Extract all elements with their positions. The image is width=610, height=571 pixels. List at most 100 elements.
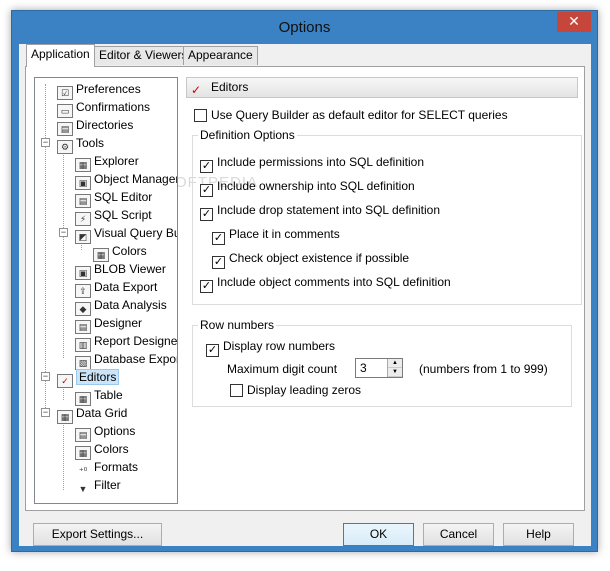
tree-item-directories[interactable]: ▤ Directories [57, 116, 134, 136]
tools-expander[interactable]: − [41, 138, 50, 147]
place-in-comments-checkbox[interactable]: ✓ Place it in comments [212, 226, 340, 245]
checkbox-box[interactable]: ✓ [200, 208, 213, 221]
tree-item-vqb-colors[interactable]: ▦ Colors [93, 242, 147, 262]
checkbox-label: Include object comments into SQL definit… [217, 275, 451, 289]
editors-icon: ✓ [57, 374, 73, 388]
tree-item-grid-colors[interactable]: ▦ Colors [75, 440, 129, 460]
tree-item-editors[interactable]: ✓ Editors [57, 368, 120, 388]
tab-editor-viewers[interactable]: Editor & Viewers [94, 46, 193, 65]
checkbox-box[interactable]: ✓ [212, 256, 225, 269]
tree-label: Preferences [76, 82, 141, 96]
tree-label: Options [94, 424, 136, 438]
tree-item-sql-editor[interactable]: ▤ SQL Editor [75, 188, 153, 208]
ok-button[interactable]: OK [343, 523, 414, 546]
editors-icon: ✓ [191, 83, 202, 97]
tree-item-preferences[interactable]: ☑ Preferences [57, 80, 141, 100]
tree-label: Editors [76, 369, 120, 385]
tree-label: Designer [94, 316, 143, 330]
tree-label: Colors [94, 442, 129, 456]
tree-item-designer[interactable]: ▤ Designer [75, 314, 143, 334]
tree-label: SQL Script [94, 208, 152, 222]
tree-item-sql-script[interactable]: ⚡ SQL Script [75, 206, 152, 226]
close-button[interactable]: ✕ [557, 12, 591, 32]
tree-item-confirmations[interactable]: ▭ Confirmations [57, 98, 151, 118]
options-tree[interactable]: ☑ Preferences ▭ Confirmations ▤ Directories… [34, 77, 178, 504]
tree-label: Data Analysis [94, 298, 167, 312]
tree-item-blob-viewer[interactable]: ▣ BLOB Viewer [75, 260, 166, 280]
tree-label: Tools [76, 136, 105, 150]
tree-item-explorer[interactable]: ▦ Explorer [75, 152, 139, 172]
tree-item-table[interactable]: ▦ Table [75, 386, 123, 406]
tree-label: SQL Editor [94, 190, 153, 204]
tab-application[interactable]: Application [26, 44, 95, 67]
include-comments-checkbox[interactable]: ✓ Include object comments into SQL defini… [200, 274, 451, 293]
cancel-button[interactable]: Cancel [423, 523, 494, 546]
filter-icon: ▼ [78, 484, 88, 494]
tab-application-label: Application [31, 47, 90, 61]
tree-label: Formats [94, 460, 139, 474]
tree-item-visual-query-builder[interactable]: ◩Visual Query Builder [75, 224, 177, 244]
editors-section-header: ✓ Editors [186, 77, 578, 98]
tree-item-filter[interactable]: ▼ Filter [75, 476, 121, 494]
use-query-builder-checkbox[interactable]: Use Query Builder as default editor for … [194, 107, 508, 123]
checkbox-label: Include ownership into SQL definition [217, 179, 415, 193]
tree-item-report-designer[interactable]: ▥ Report Designer [75, 332, 177, 352]
tree-label: Confirmations [76, 100, 151, 114]
checkbox-box[interactable]: ✓ [200, 280, 213, 293]
tree-item-formats[interactable]: ⁺⁰ Formats [75, 458, 138, 476]
check-existence-checkbox[interactable]: ✓ Check object existence if possible [212, 250, 410, 269]
tree-label: Data Grid [76, 406, 128, 420]
include-ownership-checkbox[interactable]: ✓ Include ownership into SQL definition [200, 178, 415, 197]
tree-label: Explorer [94, 154, 139, 168]
max-digit-count-spinner[interactable]: 3 ▲ ▼ [355, 358, 403, 378]
checkbox-box[interactable]: ✓ [206, 344, 219, 357]
checkbox-box[interactable] [230, 384, 243, 397]
tab-appearance[interactable]: Appearance [183, 46, 258, 65]
vqb-expander[interactable]: − [59, 228, 68, 237]
spin-down-icon[interactable]: ▼ [388, 368, 402, 377]
tree-item-tools[interactable]: ⚙ Tools [57, 134, 105, 154]
tree-item-database-export[interactable]: ▧ Database Export [75, 350, 178, 370]
data-grid-expander[interactable]: − [41, 408, 50, 417]
display-row-numbers-checkbox[interactable]: ✓ Display row numbers [206, 338, 335, 357]
tab-editor-viewers-label: Editor & Viewers [99, 48, 188, 62]
title-bar[interactable]: Options ✕ [12, 11, 597, 44]
data-grid-icon: ▦ [57, 410, 73, 424]
tree-label: BLOB Viewer [94, 262, 166, 276]
tree-item-object-manager[interactable]: ▣ Object Manager [75, 170, 177, 190]
checkbox-box[interactable]: ✓ [200, 160, 213, 173]
tree-label: Directories [76, 118, 134, 132]
checkbox-box[interactable]: ✓ [212, 232, 225, 245]
display-leading-zeros-checkbox[interactable]: Display leading zeros [230, 382, 361, 398]
options-window: Options ✕ Application Editor & Viewers A… [11, 10, 598, 552]
row-numbers-label: Row numbers [198, 318, 277, 332]
spin-up-icon[interactable]: ▲ [388, 359, 402, 368]
include-drop-checkbox[interactable]: ✓ Include drop statement into SQL definit… [200, 202, 441, 221]
export-settings-button[interactable]: Export Settings... [33, 523, 162, 546]
tree-item-data-export[interactable]: ⇪ Data Export [75, 278, 158, 298]
window-title: Options [278, 19, 331, 36]
tree-label: Filter [94, 478, 121, 492]
tree-item-grid-options[interactable]: ▤ Options [75, 422, 136, 442]
checkbox-label: Check object existence if possible [229, 251, 410, 265]
checkbox-label: Include permissions into SQL definition [217, 155, 424, 169]
checkbox-label: Include drop statement into SQL definiti… [217, 203, 441, 217]
range-hint: (numbers from 1 to 999) [419, 362, 548, 376]
tree-label: Data Export [94, 280, 158, 294]
dialog-client-area: Application Editor & Viewers Appearance … [19, 44, 591, 546]
checkbox-box[interactable] [194, 109, 207, 122]
spinner-buttons[interactable]: ▲ ▼ [387, 359, 402, 377]
spinner-value: 3 [360, 361, 367, 375]
tree-item-data-grid[interactable]: ▦ Data Grid [57, 404, 128, 424]
tab-panel: SOFTPEDIA ☑ Preferences ▭ Confirmations ▤ D… [25, 66, 585, 511]
include-permissions-checkbox[interactable]: ✓ Include permissions into SQL definition [200, 154, 424, 173]
tree-label: Visual Query Builder [94, 226, 177, 240]
checkbox-label: Display leading zeros [247, 383, 362, 397]
tree-item-data-analysis[interactable]: ◆ Data Analysis [75, 296, 167, 316]
tools-icon: ⚙ [57, 140, 73, 154]
tree-label: Database Export [94, 352, 178, 366]
editors-expander[interactable]: − [41, 372, 50, 381]
help-button[interactable]: Help [503, 523, 574, 546]
checkbox-box[interactable]: ✓ [200, 184, 213, 197]
max-digit-count-label: Maximum digit count [227, 362, 338, 376]
